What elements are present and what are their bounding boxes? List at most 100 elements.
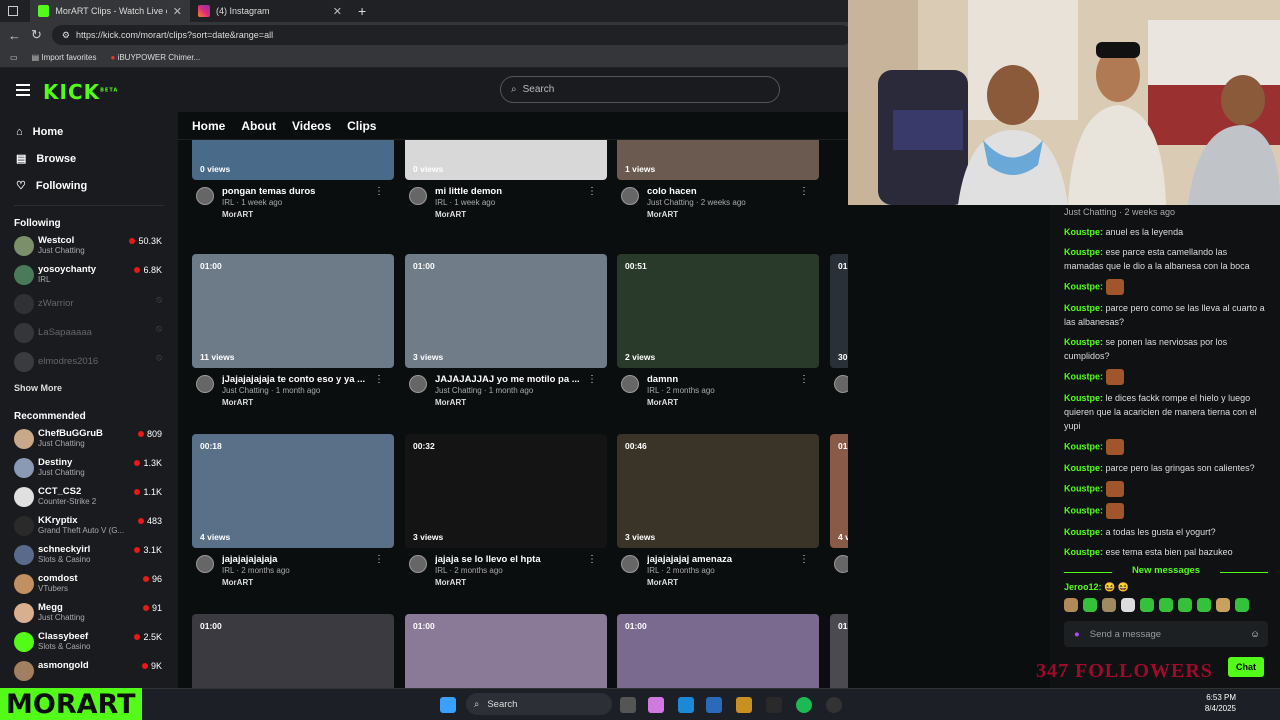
clip-title[interactable]: pongan temas duros: [222, 186, 372, 197]
clip-thumbnail[interactable]: 01:00 3 views: [405, 254, 607, 368]
show-more-button[interactable]: Show More: [0, 377, 178, 399]
clip-thumbnail[interactable]: 00:18 4 views: [192, 434, 394, 548]
sidebar-item-following[interactable]: ♡ Following: [0, 172, 178, 199]
clip-user[interactable]: MorART: [647, 578, 819, 587]
kick-logo[interactable]: KICKBETA: [43, 80, 118, 104]
emote-icon[interactable]: [1235, 598, 1249, 612]
clip-title[interactable]: mi little demon: [435, 186, 585, 197]
close-icon[interactable]: ✕: [173, 5, 182, 18]
avatar[interactable]: [409, 187, 427, 205]
clip-thumbnail[interactable]: 01:00: [405, 614, 607, 688]
url-field[interactable]: ⚙ https://kick.com/morart/clips?sort=dat…: [51, 25, 852, 45]
sidebar-channel[interactable]: KKryptix Grand Theft Auto V (G... 483: [0, 512, 178, 541]
tab-videos[interactable]: Videos: [292, 119, 331, 133]
emote-icon[interactable]: [1216, 598, 1230, 612]
chat-username[interactable]: Koustpe: [1064, 371, 1100, 381]
chat-username[interactable]: Koustpe: [1064, 441, 1100, 451]
sidebar-channel[interactable]: Classybeef Slots & Casino 2.5K: [0, 628, 178, 657]
chat-username[interactable]: Koustpe: [1064, 337, 1100, 347]
copilot-icon[interactable]: [648, 697, 664, 713]
chat-username[interactable]: Koustpe: [1064, 527, 1100, 537]
more-options-icon[interactable]: ⋮: [374, 374, 384, 385]
more-options-icon[interactable]: ⋮: [374, 554, 384, 565]
clip-user[interactable]: MorART: [435, 398, 607, 407]
more-options-icon[interactable]: ⋮: [374, 186, 384, 197]
chat-username[interactable]: Koustpe: [1064, 393, 1100, 403]
clip-card[interactable]: 01:00: [405, 614, 607, 688]
spotify-icon[interactable]: [796, 697, 812, 713]
clip-user[interactable]: MorART: [222, 398, 394, 407]
microphone-icon[interactable]: ●: [1074, 629, 1080, 640]
clip-thumbnail[interactable]: 00:32 3 views: [405, 434, 607, 548]
obs-icon[interactable]: [826, 697, 842, 713]
clip-title[interactable]: jajaja se lo llevo el hpta: [435, 554, 585, 565]
file-explorer-icon[interactable]: [736, 697, 752, 713]
avatar[interactable]: [621, 187, 639, 205]
chat-input[interactable]: ● Send a message ☺: [1064, 621, 1268, 647]
more-options-icon[interactable]: ⋮: [799, 554, 809, 565]
emote-icon[interactable]: [1121, 598, 1135, 612]
store-icon[interactable]: [706, 697, 722, 713]
search-input[interactable]: ⌕ Search: [500, 76, 780, 103]
emote-icon[interactable]: [1197, 598, 1211, 612]
terminal-icon[interactable]: [766, 697, 782, 713]
clip-card[interactable]: 01:00 11 views jJajajajajaja te conto eso …: [192, 254, 394, 408]
new-tab-button[interactable]: +: [350, 0, 374, 22]
emote-icon[interactable]: [1064, 598, 1078, 612]
clip-user[interactable]: MorART: [222, 578, 394, 587]
clip-title[interactable]: damnn: [647, 374, 797, 385]
chat-username[interactable]: Koustpe: [1064, 505, 1100, 515]
edge-icon[interactable]: [678, 697, 694, 713]
clip-title[interactable]: jJajajajajaja te conto eso y ya ...: [222, 374, 372, 385]
avatar[interactable]: [621, 375, 639, 393]
tab-instagram[interactable]: (4) Instagram ✕: [190, 0, 350, 22]
clip-card[interactable]: 00:32 3 views jajaja se lo llevo el hpta IR…: [405, 434, 607, 588]
clip-card[interactable]: 01:00 3 views JAJAJAJJAJ yo me motilo pa .…: [405, 254, 607, 408]
clip-thumbnail[interactable]: 00:51 2 views: [617, 254, 819, 368]
tab-home[interactable]: Home: [192, 119, 225, 133]
chat-send-button[interactable]: Chat: [1228, 657, 1264, 677]
clip-card[interactable]: 01:00: [617, 614, 819, 688]
clip-thumbnail[interactable]: 01:00: [617, 614, 819, 688]
back-icon[interactable]: ←: [8, 28, 21, 43]
more-options-icon[interactable]: ⋮: [587, 186, 597, 197]
sidebar-channel[interactable]: elmodres2016 ⦸: [0, 348, 178, 377]
close-icon[interactable]: ✕: [333, 5, 342, 18]
clip-title[interactable]: JAJAJAJJAJ yo me motilo pa ...: [435, 374, 585, 385]
bookmark-import-favorites[interactable]: ▤ Import favorites: [32, 53, 97, 62]
emoji-picker-icon[interactable]: ☺: [1250, 629, 1260, 640]
emote-icon[interactable]: [1140, 598, 1154, 612]
chat-username[interactable]: Koustpe: [1064, 463, 1100, 473]
clip-user[interactable]: MorART: [435, 578, 607, 587]
sidebar-channel[interactable]: ChefBuGGruB Just Chatting 809: [0, 425, 178, 454]
more-options-icon[interactable]: ⋮: [799, 374, 809, 385]
chat-username[interactable]: Koustpe: [1064, 247, 1100, 257]
clip-thumbnail[interactable]: 01:00: [830, 614, 848, 688]
sidebar-channel[interactable]: LaSapaaaaa ⦸: [0, 319, 178, 348]
bookmark-ibuypower[interactable]: ● iBUYPOWER Chimer...: [110, 53, 200, 62]
emote-icon[interactable]: [1159, 598, 1173, 612]
clip-user[interactable]: MorART: [222, 210, 394, 219]
clip-card[interactable]: 00:51 2 views damnn IRL · 2 months ago MorAR…: [617, 254, 819, 408]
sidebar-toggle-icon[interactable]: [0, 0, 30, 22]
avatar[interactable]: [409, 555, 427, 573]
chat-username[interactable]: Jeroo12: [1064, 582, 1099, 592]
avatar[interactable]: [196, 555, 214, 573]
menu-icon[interactable]: [16, 84, 30, 96]
emote-icon[interactable]: [1178, 598, 1192, 612]
more-options-icon[interactable]: ⋮: [587, 554, 597, 565]
clip-thumbnail[interactable]: 01:00 30 views: [830, 254, 848, 368]
clip-card[interactable]: 01:00: [830, 614, 848, 688]
avatar[interactable]: [409, 375, 427, 393]
sidebar-channel[interactable]: schneckyirl Slots & Casino 3.1K: [0, 541, 178, 570]
clip-title[interactable]: jajajajajaj amenaza: [647, 554, 797, 565]
chat-username[interactable]: Koustpe: [1064, 483, 1100, 493]
sidebar-channel[interactable]: zWarrior ⦸: [0, 290, 178, 319]
emote-icon[interactable]: [1102, 598, 1116, 612]
sidebar-channel[interactable]: asmongold 9K: [0, 657, 178, 686]
chat-username[interactable]: Koustpe: [1064, 547, 1100, 557]
clip-card[interactable]: 01:00 4 views jajajaja saquen clipIRL · 2 …: [830, 434, 848, 588]
more-options-icon[interactable]: ⋮: [799, 186, 809, 197]
clip-thumbnail[interactable]: 01:00 11 views: [192, 254, 394, 368]
sidebar-channel[interactable]: Westcol Just Chatting 50.3K: [0, 232, 178, 261]
